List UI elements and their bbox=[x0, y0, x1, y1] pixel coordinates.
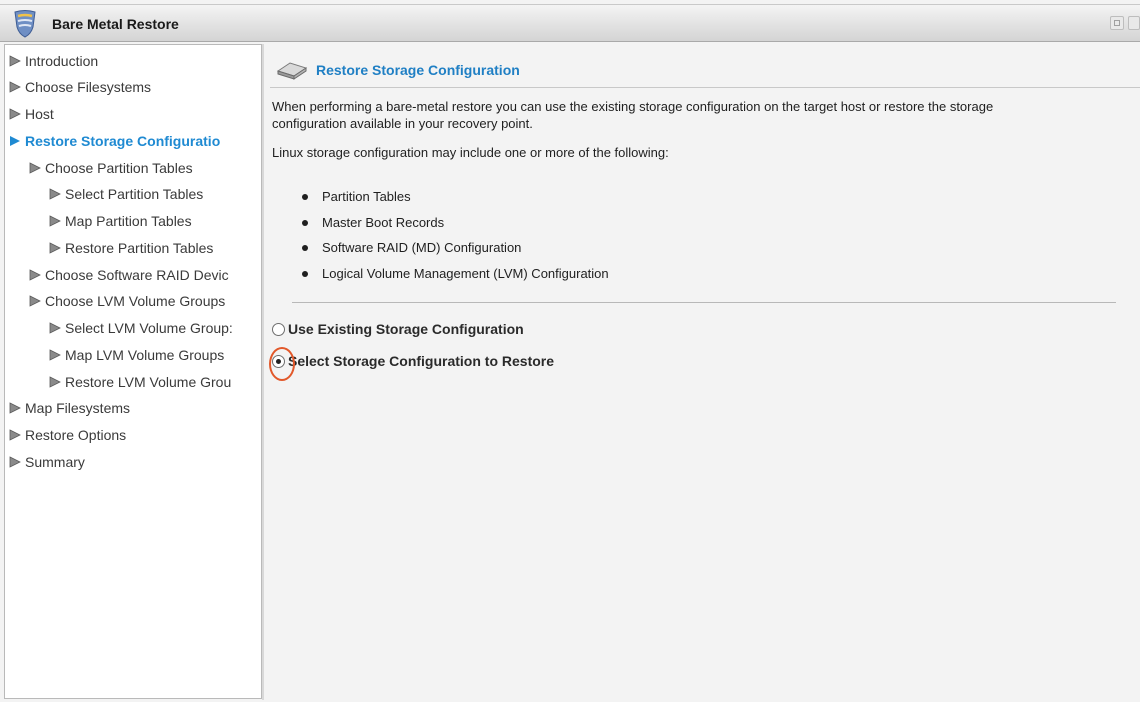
title-bar: Bare Metal Restore bbox=[0, 4, 1140, 42]
list-item-label: Master Boot Records bbox=[322, 214, 445, 230]
sidebar-item-label: Select Partition Tables bbox=[65, 186, 204, 202]
storage-types-list: Partition Tables Master Boot Records Sof… bbox=[302, 184, 609, 286]
bullet-icon bbox=[302, 245, 308, 251]
step-arrow-icon bbox=[49, 242, 61, 254]
sidebar-item-label: Choose Filesystems bbox=[25, 79, 152, 95]
close-window-button[interactable] bbox=[1128, 16, 1140, 30]
sidebar-item-label: Choose LVM Volume Groups bbox=[45, 293, 226, 309]
highlight-circle bbox=[269, 347, 295, 381]
sidebar-item-choose-lvm-volume-groups[interactable]: Choose LVM Volume Groups bbox=[29, 289, 225, 313]
sidebar-item-choose-filesystems[interactable]: Choose Filesystems bbox=[9, 75, 151, 99]
bullet-icon bbox=[302, 270, 308, 277]
list-item: Logical Volume Management (LVM) Configur… bbox=[302, 261, 609, 287]
sidebar-item-label: Restore Storage Configuratio bbox=[25, 133, 221, 149]
list-item-label: Partition Tables bbox=[322, 189, 411, 204]
sidebar-item-label: Choose Software RAID Devic bbox=[45, 267, 229, 283]
sidebar-item-label: Map LVM Volume Groups bbox=[65, 347, 225, 363]
sidebar-item-label: Summary bbox=[25, 454, 85, 470]
sidebar-item-introduction[interactable]: Introduction bbox=[9, 49, 98, 73]
intro-line-1: When performing a bare-metal restore you… bbox=[272, 99, 994, 114]
bullet-icon bbox=[302, 219, 308, 226]
intro-line-2: configuration available in your recovery… bbox=[272, 116, 533, 131]
sidebar-item-label: Restore Partition Tables bbox=[65, 240, 214, 256]
radio-button[interactable] bbox=[272, 323, 285, 336]
sidebar-item-label: Map Partition Tables bbox=[65, 213, 192, 229]
restore-window-button[interactable] bbox=[1110, 16, 1124, 30]
wizard-steps-sidebar: Introduction Choose Filesystems Host Res… bbox=[4, 44, 262, 699]
sidebar-item-label: Choose Partition Tables bbox=[45, 160, 193, 176]
step-arrow-icon bbox=[9, 456, 21, 468]
sidebar-item-label: Host bbox=[25, 106, 54, 122]
step-arrow-icon bbox=[49, 376, 61, 388]
step-arrow-icon bbox=[9, 108, 21, 120]
list-item: Software RAID (MD) Configuration bbox=[302, 235, 609, 261]
sidebar-item-host[interactable]: Host bbox=[9, 102, 54, 126]
list-item: Master Boot Records bbox=[302, 210, 609, 236]
step-arrow-icon bbox=[9, 81, 21, 93]
step-arrow-icon bbox=[9, 55, 21, 67]
sidebar-item-label: Map Filesystems bbox=[25, 400, 131, 416]
sidebar-item-label: Restore Options bbox=[25, 427, 127, 443]
sidebar-item-label: Select LVM Volume Group: bbox=[65, 320, 233, 336]
sidebar-item-map-filesystems[interactable]: Map Filesystems bbox=[9, 396, 130, 420]
list-item: Partition Tables bbox=[302, 184, 609, 210]
linux-note: Linux storage configuration may include … bbox=[272, 145, 669, 160]
sidebar-item-label: Restore LVM Volume Grou bbox=[65, 374, 232, 390]
step-arrow-icon bbox=[10, 136, 20, 146]
step-arrow-icon bbox=[49, 349, 61, 361]
storage-disk-icon bbox=[276, 62, 308, 80]
step-arrow-icon bbox=[9, 429, 21, 441]
sidebar-item-select-lvm-volume-groups[interactable]: Select LVM Volume Group: bbox=[49, 316, 233, 340]
sidebar-item-map-lvm-volume-groups[interactable]: Map LVM Volume Groups bbox=[49, 343, 224, 367]
sidebar-item-choose-software-raid-devices[interactable]: Choose Software RAID Devic bbox=[29, 263, 229, 287]
option-label: Use Existing Storage Configuration bbox=[288, 321, 524, 337]
section-header: Restore Storage Configuration bbox=[270, 54, 1140, 88]
list-item-label: Logical Volume Management (LVM) Configur… bbox=[322, 265, 609, 281]
list-item-label: Software RAID (MD) Configuration bbox=[322, 240, 522, 255]
sidebar-item-map-partition-tables[interactable]: Map Partition Tables bbox=[49, 209, 192, 233]
sidebar-item-restore-storage-configuration[interactable]: Restore Storage Configuratio bbox=[9, 129, 220, 153]
section-title: Restore Storage Configuration bbox=[316, 62, 520, 78]
bare-metal-restore-window: Bare Metal Restore Introduction Choose F… bbox=[0, 0, 1140, 702]
step-arrow-icon bbox=[29, 295, 41, 307]
step-arrow-icon bbox=[49, 215, 61, 227]
option-label: Select Storage Configuration to Restore bbox=[288, 353, 555, 369]
use-existing-storage-option[interactable]: Use Existing Storage Configuration bbox=[272, 318, 524, 340]
intro-text: When performing a bare-metal restore you… bbox=[272, 98, 1138, 132]
step-arrow-icon bbox=[29, 269, 41, 281]
step-arrow-icon bbox=[49, 188, 61, 200]
sidebar-item-label: Introduction bbox=[25, 53, 99, 69]
step-arrow-icon bbox=[49, 322, 61, 334]
sidebar-item-restore-options[interactable]: Restore Options bbox=[9, 423, 126, 447]
sidebar-item-select-partition-tables[interactable]: Select Partition Tables bbox=[49, 182, 203, 206]
window-title: Bare Metal Restore bbox=[52, 16, 179, 32]
step-arrow-icon bbox=[29, 162, 41, 174]
select-storage-to-restore-option[interactable]: Select Storage Configuration to Restore bbox=[272, 350, 554, 372]
restore-icon bbox=[1114, 20, 1120, 26]
bullet-icon bbox=[302, 194, 308, 200]
main-content: Restore Storage Configuration When perfo… bbox=[264, 44, 1140, 702]
shield-icon bbox=[14, 10, 36, 38]
sidebar-item-restore-partition-tables[interactable]: Restore Partition Tables bbox=[49, 236, 213, 260]
sidebar-item-restore-lvm-volume-groups[interactable]: Restore LVM Volume Grou bbox=[49, 370, 231, 394]
sidebar-item-summary[interactable]: Summary bbox=[9, 450, 85, 474]
step-arrow-icon bbox=[9, 402, 21, 414]
section-divider bbox=[292, 302, 1116, 303]
sidebar-item-choose-partition-tables[interactable]: Choose Partition Tables bbox=[29, 156, 193, 180]
